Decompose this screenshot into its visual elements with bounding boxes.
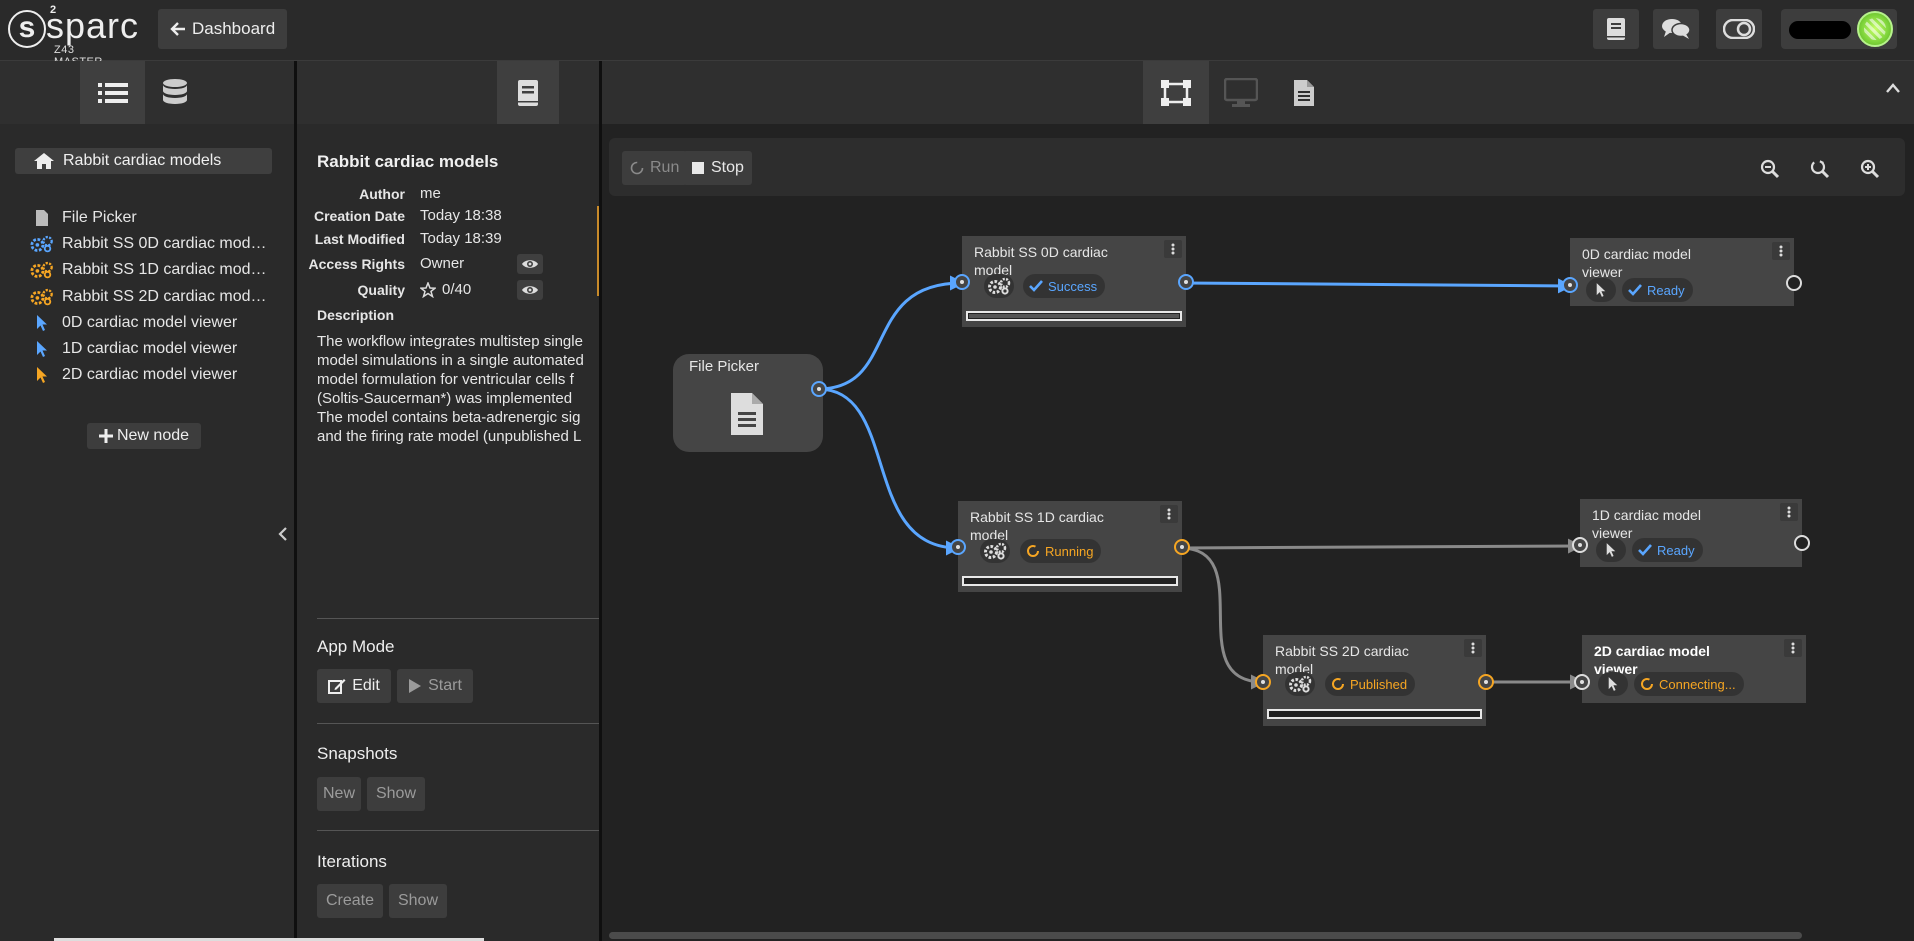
node-menu-button[interactable] <box>1772 242 1790 260</box>
more-vertical-icon <box>1791 642 1795 654</box>
node-title-line: 2D cardiac model <box>1594 643 1710 659</box>
output-port[interactable] <box>1178 274 1194 290</box>
edge-filepicker-to-ss0d[interactable] <box>817 275 965 391</box>
input-port[interactable] <box>1574 674 1590 690</box>
status-badge-success: Success <box>1023 274 1106 298</box>
output-port[interactable] <box>1478 674 1494 690</box>
output-port[interactable] <box>1794 535 1810 551</box>
status-badge-connecting: Connecting... <box>1634 672 1744 696</box>
input-port[interactable] <box>950 539 966 555</box>
node-progress-bar <box>962 576 1178 586</box>
status-text: Running <box>1045 543 1094 559</box>
status-text: Success <box>1048 278 1098 294</box>
node-title: 1D cardiac model viewer <box>1592 506 1742 542</box>
spinner-icon <box>1332 678 1344 690</box>
status-text: Published <box>1350 676 1408 692</box>
node-title: 0D cardiac model viewer <box>1582 245 1732 281</box>
gears-icon <box>980 539 1010 563</box>
node-title: File Picker <box>689 358 760 375</box>
node-title-line: 1D cardiac model <box>1592 507 1701 523</box>
node-title-line: Rabbit SS 0D cardiac <box>974 244 1108 260</box>
pointer-icon <box>1586 278 1616 302</box>
edge-ss1d-to-ss2d[interactable] <box>1179 546 1266 690</box>
node-viewer-2d[interactable]: 2D cardiac model viewer Connecting... <box>1574 635 1806 703</box>
more-vertical-icon <box>1779 245 1783 257</box>
input-port[interactable] <box>1562 277 1578 293</box>
edge-ss1d-to-viewer1d[interactable] <box>1179 538 1583 554</box>
output-port[interactable] <box>1786 275 1802 291</box>
node-menu-button[interactable] <box>1160 505 1178 523</box>
status-badge-published: Published <box>1325 672 1416 696</box>
check-icon <box>1628 284 1642 296</box>
status-text: Ready <box>1657 542 1695 558</box>
node-rabbit-ss-1d[interactable]: Rabbit SS 1D cardiac model Running <box>950 501 1190 592</box>
node-viewer-0d[interactable]: 0D cardiac model viewer Ready <box>1562 238 1802 306</box>
input-port[interactable] <box>1255 674 1271 690</box>
node-menu-button[interactable] <box>1164 240 1182 258</box>
status-badge-ready: Ready <box>1622 278 1693 302</box>
spinner-icon <box>1027 545 1039 557</box>
node-title-line: 0D cardiac model <box>1582 246 1691 262</box>
file-icon <box>730 392 764 440</box>
check-icon <box>1029 280 1043 292</box>
node-menu-button[interactable] <box>1464 639 1482 657</box>
edge-ss0d-to-viewer0d[interactable] <box>1182 278 1573 294</box>
node-progress-bar <box>1267 709 1482 719</box>
output-port[interactable] <box>811 381 827 397</box>
check-icon <box>1638 544 1652 556</box>
node-rabbit-ss-2d[interactable]: Rabbit SS 2D cardiac model Published <box>1255 635 1494 726</box>
node-title-line: Rabbit SS 2D cardiac <box>1275 643 1409 659</box>
node-file-picker[interactable]: File Picker <box>673 354 827 452</box>
pointer-icon <box>1598 672 1628 696</box>
node-connections <box>817 275 1585 690</box>
status-text: Ready <box>1647 282 1685 298</box>
spinner-icon <box>1641 678 1653 690</box>
node-rabbit-ss-0d[interactable]: Rabbit SS 0D cardiac model Success <box>954 236 1194 327</box>
more-vertical-icon <box>1471 642 1475 654</box>
progress-fill-complete <box>969 314 1179 318</box>
node-progress-bar <box>966 311 1182 321</box>
node-menu-button[interactable] <box>1784 639 1802 657</box>
pointer-icon <box>1596 538 1626 562</box>
gears-icon <box>1285 672 1315 696</box>
status-badge-ready: Ready <box>1632 538 1703 562</box>
output-port[interactable] <box>1174 539 1190 555</box>
edge-filepicker-to-ss1d[interactable] <box>817 387 961 556</box>
gears-icon <box>984 274 1014 298</box>
more-vertical-icon <box>1171 243 1175 255</box>
input-port[interactable] <box>1572 537 1588 553</box>
status-badge-running: Running <box>1020 539 1102 563</box>
more-vertical-icon <box>1167 508 1171 520</box>
node-menu-button[interactable] <box>1780 503 1798 521</box>
node-viewer-1d[interactable]: 1D cardiac model viewer Ready <box>1572 499 1810 567</box>
more-vertical-icon <box>1787 506 1791 518</box>
status-text: Connecting... <box>1659 676 1736 692</box>
node-title-line: Rabbit SS 1D cardiac <box>970 509 1104 525</box>
input-port[interactable] <box>954 274 970 290</box>
